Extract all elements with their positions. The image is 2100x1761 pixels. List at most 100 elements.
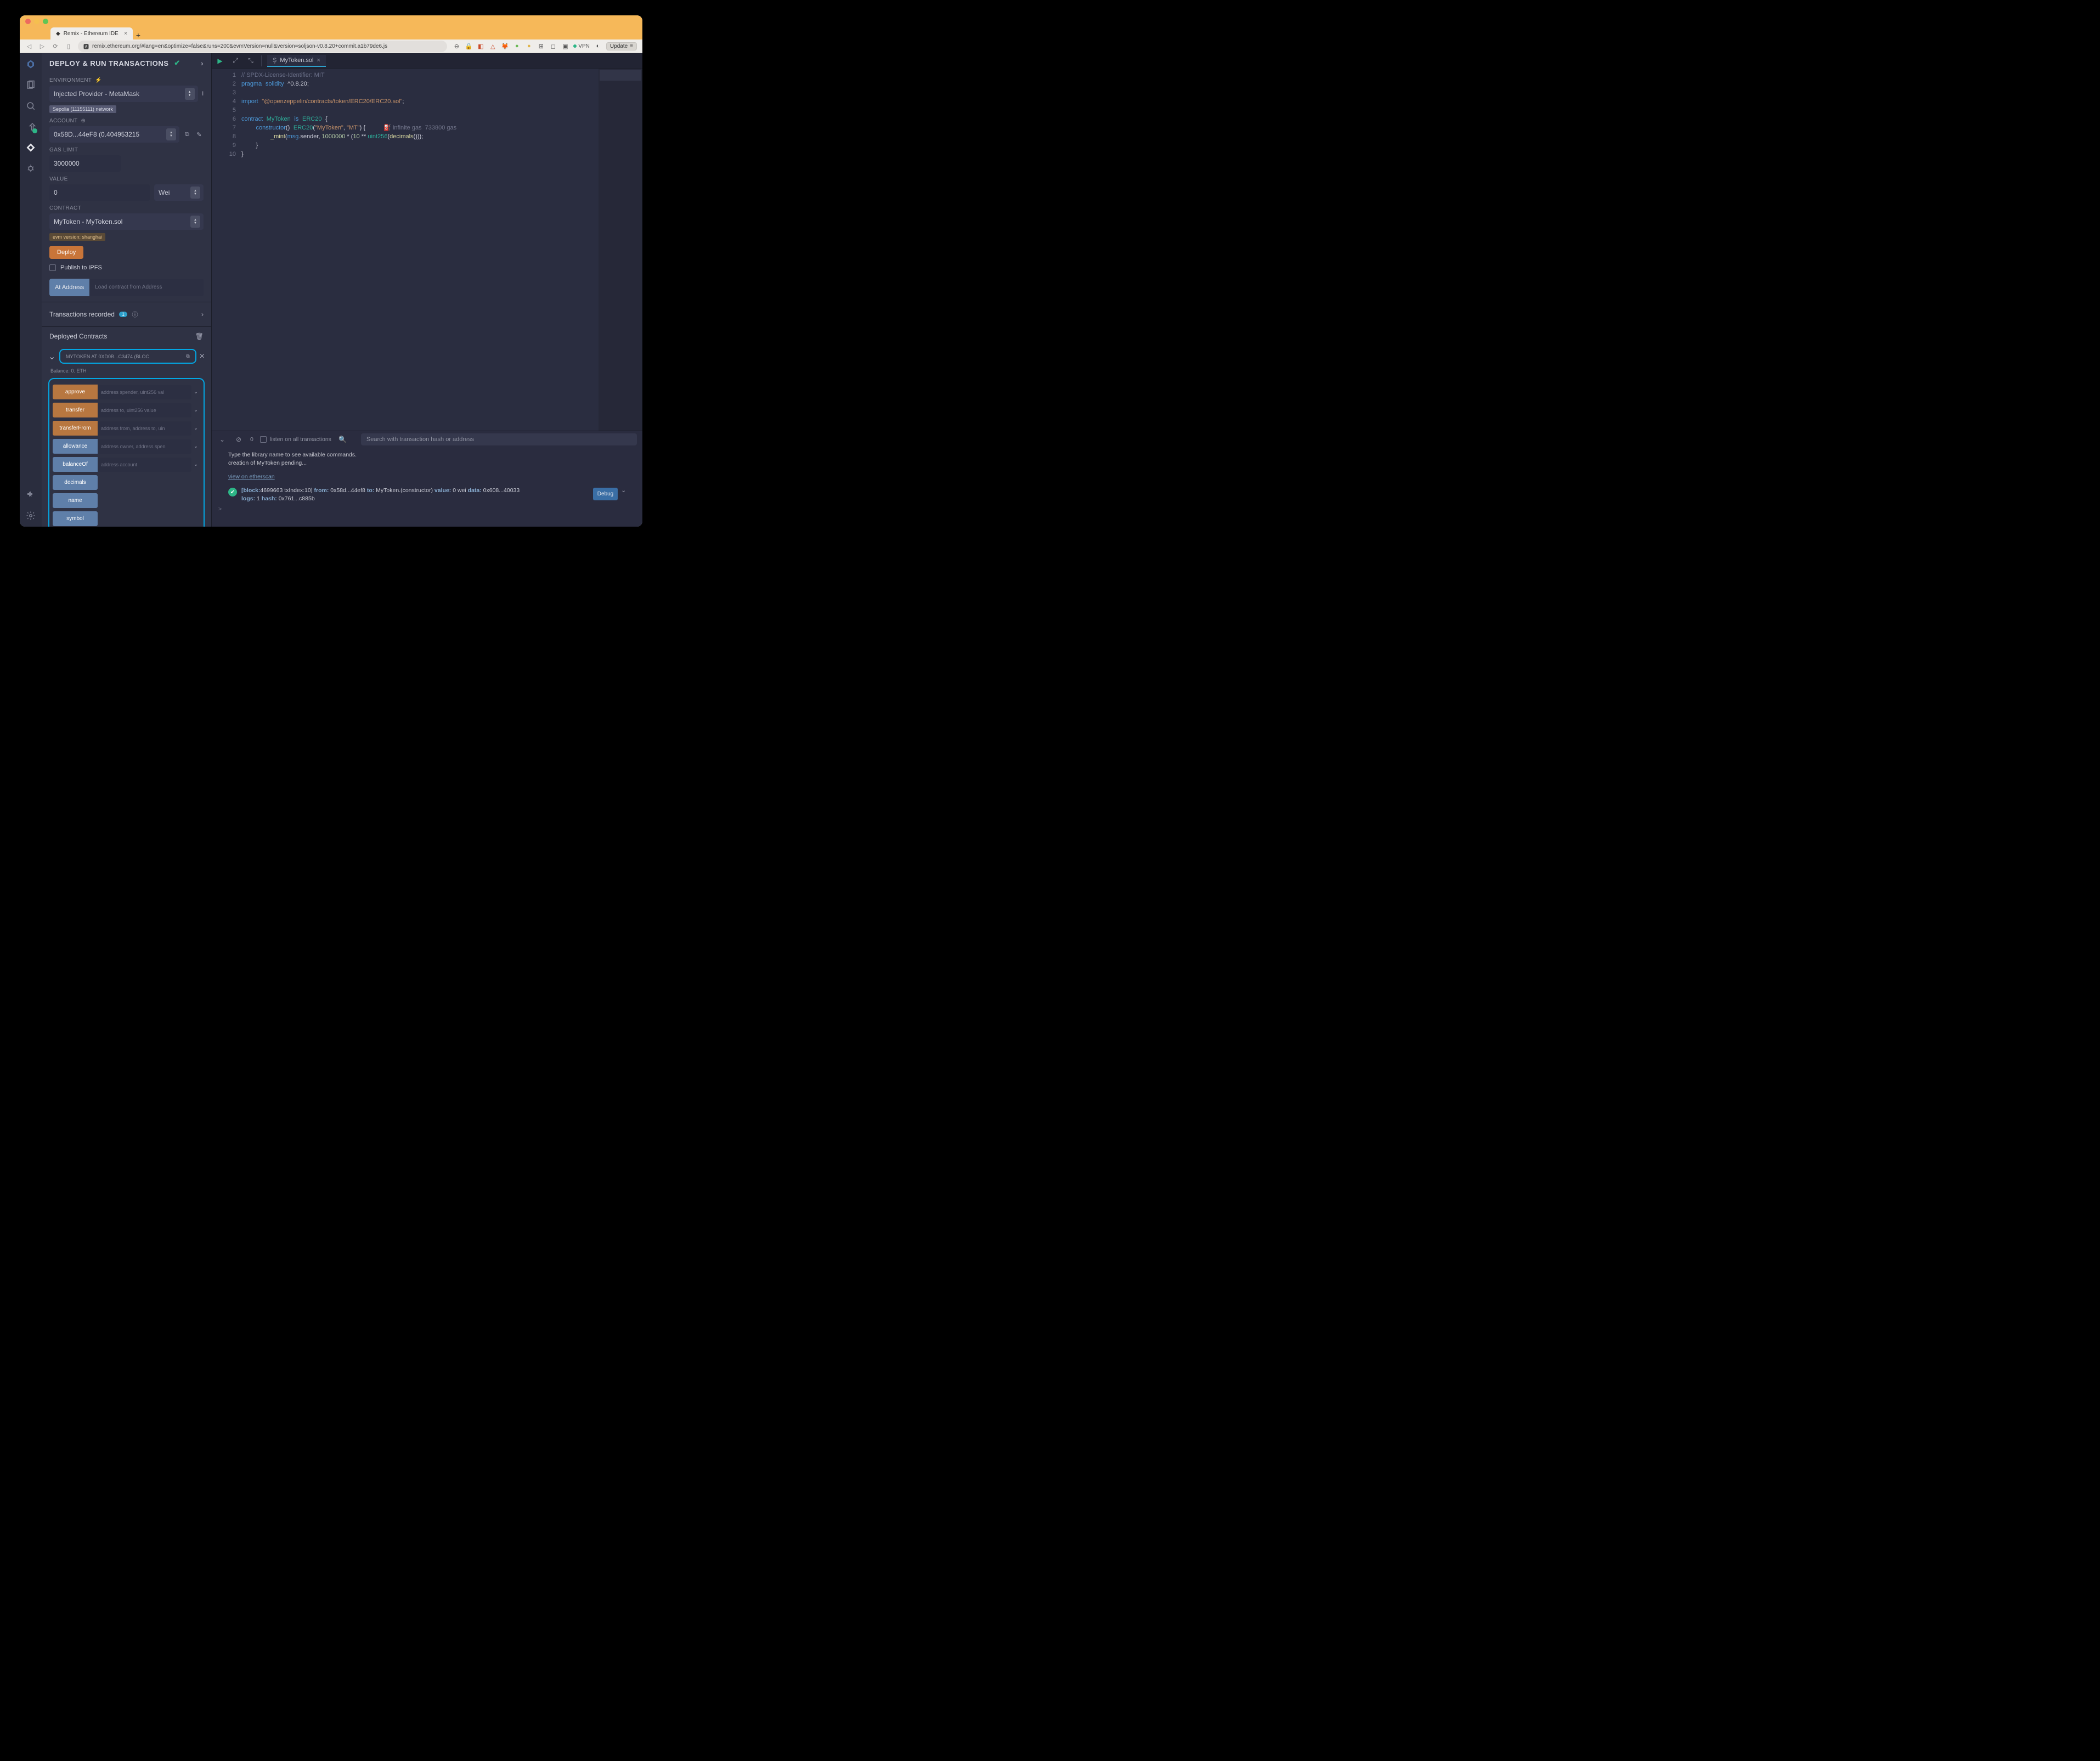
edit-account-icon[interactable]: ✎	[195, 131, 204, 138]
site-info-icon[interactable]: 🅰	[83, 42, 89, 50]
ext-brave-icon[interactable]: ◧	[477, 42, 484, 50]
ext-triangle-icon[interactable]: △	[489, 42, 496, 50]
minimap[interactable]	[599, 69, 642, 431]
function-button-decimals[interactable]: decimals	[53, 475, 98, 490]
ext-metamask-icon[interactable]: 🦊	[501, 42, 509, 50]
function-args-input[interactable]: address spender, uint256 val	[98, 385, 191, 399]
update-button[interactable]: Update≡	[606, 42, 637, 50]
at-address-input[interactable]: Load contract from Address	[89, 279, 204, 296]
expand-args-icon[interactable]: ⌄	[191, 389, 200, 395]
pending-count: 0	[250, 436, 253, 443]
zoom-out-icon[interactable]: ⊖	[453, 42, 460, 50]
publish-ipfs-row[interactable]: Publish to IPFS	[49, 264, 204, 271]
ext-window-icon[interactable]: ▣	[561, 42, 569, 50]
transactions-recorded-row[interactable]: Transactions recorded 1 ⓘ ›	[42, 302, 211, 326]
function-args-input[interactable]: address from, address to, uin	[98, 421, 191, 436]
clear-instances-icon[interactable]: 🗑	[195, 332, 204, 340]
gas-limit-input[interactable]: 3000000	[49, 155, 121, 172]
line-number: 7	[214, 123, 236, 132]
value-input[interactable]: 0	[49, 184, 150, 201]
lock-icon[interactable]: 🔒	[465, 42, 472, 50]
ext-puzzle-icon[interactable]: ⊞	[537, 42, 545, 50]
copy-account-icon[interactable]: ⧉	[183, 131, 191, 138]
at-address-button[interactable]: At Address	[49, 279, 89, 296]
expand-args-icon[interactable]: ⌄	[191, 443, 200, 449]
search-icon[interactable]	[25, 100, 36, 111]
environment-select[interactable]: Injected Provider - MetaMask ▲▼	[49, 86, 198, 102]
code-content[interactable]: // SPDX-License-Identifier: MIT pragma s…	[241, 69, 599, 431]
close-window-icon[interactable]	[25, 19, 31, 24]
reload-icon[interactable]: ⟳	[52, 43, 59, 50]
account-add-icon[interactable]: ⊕	[81, 118, 86, 124]
etherscan-link[interactable]: view on etherscan	[228, 473, 275, 480]
profile-icon[interactable]: ◐	[594, 42, 602, 50]
url-bar[interactable]: 🅰 remix.ethereum.org/#lang=en&optimize=f…	[78, 41, 447, 52]
function-button-approve[interactable]: approve	[53, 385, 98, 399]
ext-green-icon[interactable]: ●	[513, 42, 521, 50]
minimize-window-icon[interactable]	[34, 19, 39, 24]
expand-args-icon[interactable]: ⌄	[191, 425, 200, 431]
new-tab-button[interactable]: +	[133, 31, 144, 39]
back-icon[interactable]: ◁	[25, 43, 33, 50]
log-expand-icon[interactable]: ⌄	[621, 487, 626, 495]
terminal-search-icon[interactable]: 🔍	[338, 436, 348, 443]
terminal-body[interactable]: Type the library name to see available c…	[212, 448, 642, 527]
settings-icon[interactable]	[25, 510, 36, 521]
forward-icon[interactable]: ▷	[38, 43, 46, 50]
remove-instance-icon[interactable]: ×	[200, 352, 205, 362]
account-select[interactable]: 0x58D...44eF8 (0.404953215 ▲▼	[49, 126, 179, 143]
deploy-button[interactable]: Deploy	[49, 246, 83, 259]
function-button-symbol[interactable]: symbol	[53, 511, 98, 526]
remix-logo-icon[interactable]	[25, 59, 36, 70]
panel-body: ENVIRONMENT⚡ Injected Provider - MetaMas…	[42, 73, 211, 302]
environment-info-icon[interactable]: i	[202, 91, 204, 97]
run-icon[interactable]: ▶	[215, 57, 225, 65]
code-editor[interactable]: 1 2 3 4 5 6 7 8 9 10 // SPDX-License-Ide…	[212, 69, 642, 431]
browser-tab[interactable]: ◆ Remix - Ethereum IDE ×	[50, 27, 133, 39]
maximize-window-icon[interactable]	[43, 19, 48, 24]
function-row: name	[53, 493, 200, 508]
function-button-name[interactable]: name	[53, 493, 98, 508]
bookmark-icon[interactable]: ▯	[65, 43, 72, 50]
function-button-transfer[interactable]: transfer	[53, 403, 98, 417]
function-button-allowance[interactable]: allowance	[53, 439, 98, 454]
editor-tabbar: ▶ ⤢ ⤡ Ş MyToken.sol ×	[212, 53, 642, 69]
listen-toggle[interactable]: listen on all transactions	[260, 436, 331, 443]
terminal-prompt[interactable]: >	[218, 505, 626, 513]
vpn-indicator[interactable]: VPN	[573, 43, 590, 49]
contract-select[interactable]: MyToken - MyToken.sol ▲▼	[49, 213, 204, 230]
terminal-search-input[interactable]: Search with transaction hash or address	[361, 433, 637, 445]
zoom-out-editor-icon[interactable]: ⤢	[230, 57, 240, 65]
plugin-manager-icon[interactable]	[25, 489, 36, 500]
function-args-input[interactable]: address to, uint256 value	[98, 403, 191, 417]
terminal-toggle-icon[interactable]: ⌄	[217, 436, 227, 443]
expand-args-icon[interactable]: ⌄	[191, 461, 200, 467]
deploy-icon[interactable]	[25, 142, 36, 153]
select-arrows-icon: ▲▼	[190, 216, 200, 228]
checkbox-icon[interactable]	[260, 436, 267, 443]
clear-terminal-icon[interactable]: ⊘	[234, 436, 244, 443]
editor-tab[interactable]: Ş MyToken.sol ×	[267, 55, 326, 67]
function-args-input[interactable]: address account	[98, 458, 191, 472]
compiler-icon[interactable]	[25, 121, 36, 132]
debugger-icon[interactable]	[25, 163, 36, 174]
function-args-input[interactable]: address owner, address spen	[98, 439, 191, 454]
tab-close-icon[interactable]: ×	[124, 31, 127, 37]
tx-info-icon[interactable]: ⓘ	[131, 310, 139, 319]
zoom-in-editor-icon[interactable]: ⤡	[246, 57, 256, 65]
instance-name-box[interactable]: MYTOKEN AT 0XD0B...C3474 (BLOC ⧉	[59, 349, 196, 364]
value-unit-select[interactable]: Wei ▲▼	[154, 184, 204, 201]
function-button-balanceOf[interactable]: balanceOf	[53, 457, 98, 472]
debug-button[interactable]: Debug	[593, 488, 618, 500]
close-tab-icon[interactable]: ×	[317, 57, 320, 64]
tx-log-text: [block:4699663 txIndex:10] from: 0x58d..…	[241, 487, 589, 503]
function-button-transferFrom[interactable]: transferFrom	[53, 421, 98, 436]
ext-square-icon[interactable]: ◻	[549, 42, 557, 50]
file-explorer-icon[interactable]	[25, 80, 36, 91]
instance-expand-icon[interactable]: ⌄	[48, 351, 56, 362]
checkbox-icon[interactable]	[49, 264, 56, 271]
ext-yellow-icon[interactable]: ●	[525, 42, 533, 50]
expand-args-icon[interactable]: ⌄	[191, 407, 200, 413]
panel-collapse-icon[interactable]: ›	[201, 59, 204, 67]
copy-address-icon[interactable]: ⧉	[186, 353, 189, 359]
